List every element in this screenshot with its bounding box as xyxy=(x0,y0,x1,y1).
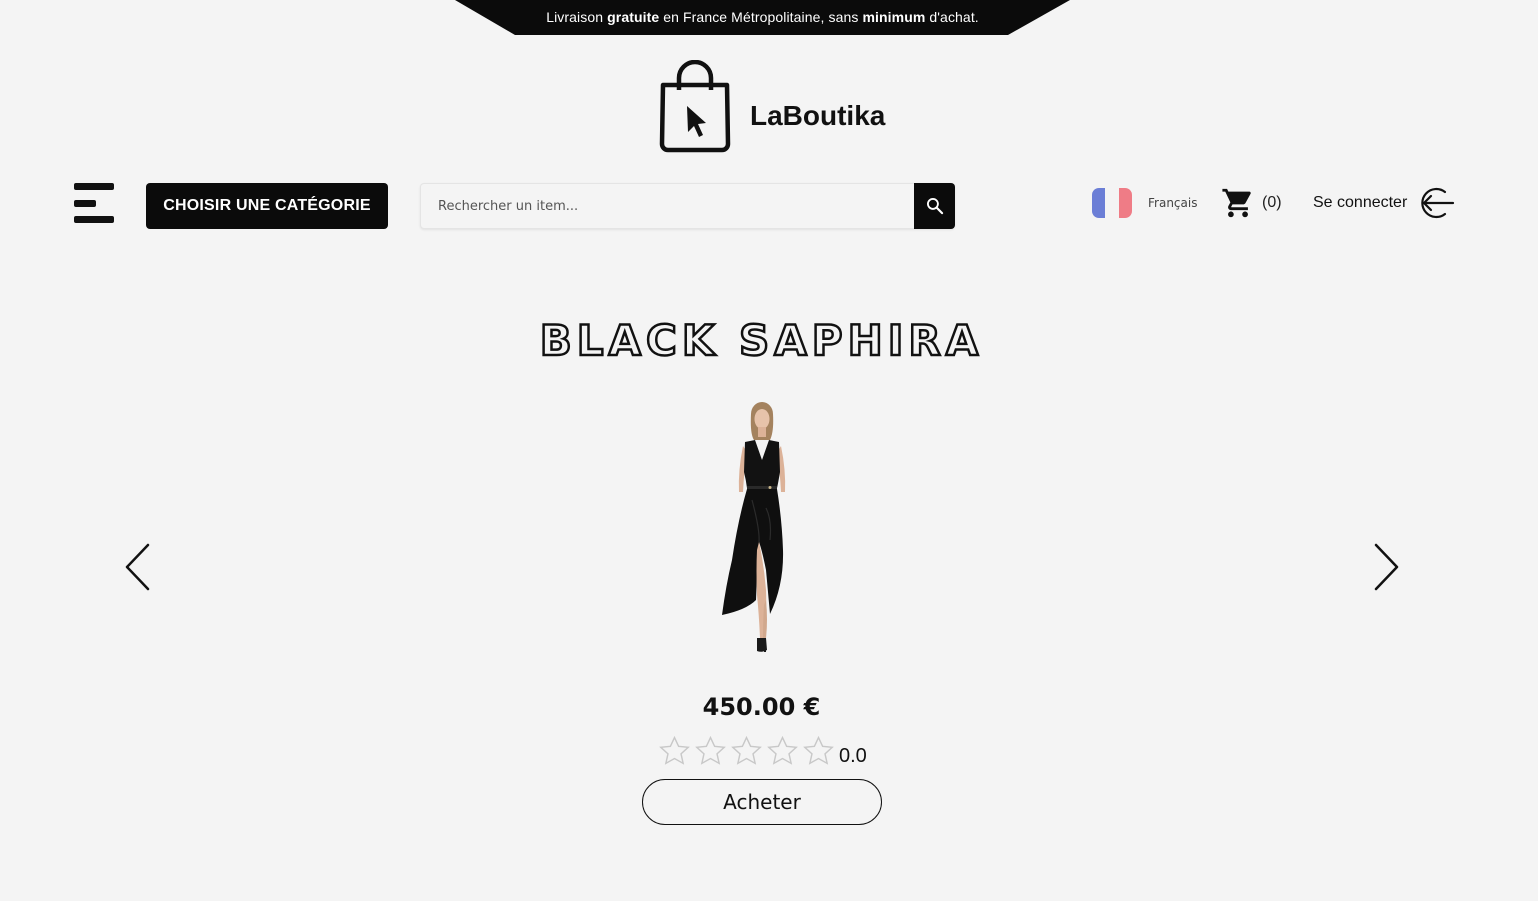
star-empty-icon[interactable] xyxy=(801,734,836,768)
banner-text-part: d'achat. xyxy=(925,9,979,25)
buy-button[interactable]: Acheter xyxy=(642,779,882,825)
banner-text: Livraison gratuite en France Métropolita… xyxy=(455,9,1070,25)
carousel-next-button[interactable] xyxy=(1371,542,1401,592)
menu-bar xyxy=(74,216,114,223)
logo-text: LaBoutika xyxy=(750,100,886,131)
page: Livraison gratuite en France Métropolita… xyxy=(0,0,1538,901)
search-button[interactable] xyxy=(914,183,955,229)
rating-value: 0.0 xyxy=(839,745,867,767)
star-empty-icon[interactable] xyxy=(729,734,764,768)
sign-in-icon xyxy=(1421,187,1455,219)
language-label: Français xyxy=(1148,196,1198,210)
shipping-banner: Livraison gratuite en France Métropolita… xyxy=(455,0,1070,35)
search-icon xyxy=(926,198,943,215)
banner-text-part: en France Métropolitaine, sans xyxy=(659,9,863,25)
shopping-bag-cursor-icon xyxy=(659,60,731,153)
flag-stripe-white xyxy=(1105,188,1119,218)
product-price: 450.00 € xyxy=(702,693,821,721)
hamburger-menu-icon[interactable] xyxy=(72,182,116,226)
star-empty-icon[interactable] xyxy=(657,734,692,768)
star-empty-icon[interactable] xyxy=(693,734,728,768)
search-input[interactable] xyxy=(421,184,916,228)
menu-bar xyxy=(74,200,96,207)
site-logo[interactable]: LaBoutika xyxy=(657,60,897,155)
cart-icon xyxy=(1222,188,1251,218)
flag-stripe-red xyxy=(1118,188,1132,218)
login-label: Se connecter xyxy=(1313,194,1408,211)
cart-count: (0) xyxy=(1262,194,1282,211)
banner-text-part: Livraison xyxy=(546,9,608,25)
banner-text-bold: gratuite xyxy=(607,9,660,25)
chevron-right-icon xyxy=(1374,543,1399,591)
star-empty-icon[interactable] xyxy=(765,734,800,768)
menu-bar xyxy=(74,183,114,190)
choose-category-button[interactable]: CHOISIR UNE CATÉGORIE xyxy=(146,183,388,229)
product-title: BLACK SAPHIRA xyxy=(539,315,984,367)
search-bar xyxy=(420,183,955,229)
chevron-left-icon xyxy=(125,543,150,591)
language-selector[interactable]: Français xyxy=(1092,188,1197,218)
product-rating[interactable]: 0.0 xyxy=(657,732,867,768)
product-image[interactable] xyxy=(712,400,802,658)
france-flag-icon xyxy=(1092,188,1132,218)
cart-button[interactable]: (0) xyxy=(1221,186,1282,220)
login-button[interactable]: Se connecter xyxy=(1313,186,1455,220)
banner-text-bold: minimum xyxy=(862,9,926,25)
carousel-prev-button[interactable] xyxy=(123,542,153,592)
flag-stripe-blue xyxy=(1092,188,1106,218)
